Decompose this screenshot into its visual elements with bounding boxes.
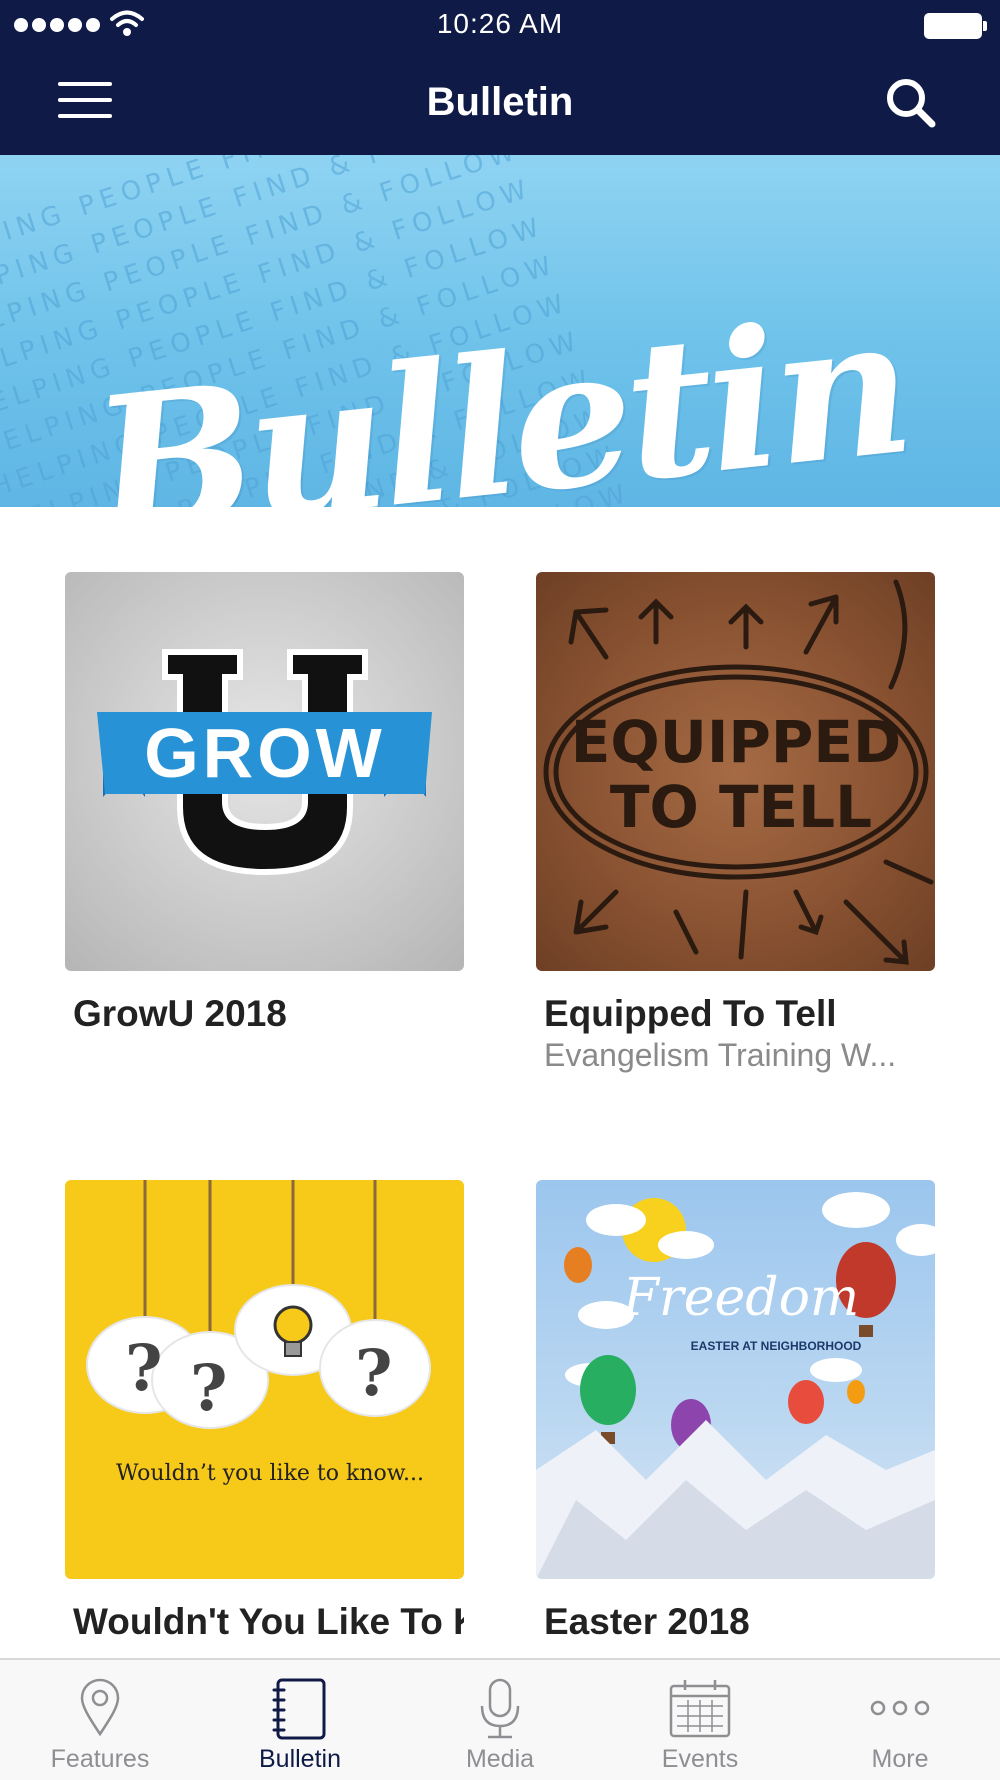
card-title: GrowU 2018 [73, 993, 287, 1034]
card-image: Freedom EASTER AT NEIGHBORHOOD [536, 1180, 935, 1579]
svg-text:Freedom: Freedom [622, 1268, 859, 1328]
tab-features[interactable]: Features [0, 1660, 200, 1780]
bulletin-card-equipped-to-tell[interactable]: EQUIPPED TO TELL Equipped To Tell Evange… [536, 572, 935, 1074]
svg-text:?: ? [355, 1336, 393, 1411]
svg-text:EASTER AT NEIGHBORHOOD: EASTER AT NEIGHBORHOOD [691, 1339, 862, 1353]
tab-label: Events [661, 1745, 739, 1773]
tab-media[interactable]: Media [400, 1660, 600, 1780]
card-image: GROW [65, 572, 464, 971]
freedom-balloons-artwork: Freedom EASTER AT NEIGHBORHOOD [536, 1192, 935, 1579]
bulletin-card-easter-2018[interactable]: Freedom EASTER AT NEIGHBORHOOD Easter 20… [536, 1180, 935, 1643]
card-image: EQUIPPED TO TELL [536, 572, 935, 971]
more-dots-icon [870, 1700, 930, 1716]
microphone-icon [480, 1678, 520, 1739]
question-bubbles-artwork: ? ? ? Wouldn’t you like to know... [86, 1180, 431, 1486]
bulletin-card-growu[interactable]: GROW GrowU 2018 [65, 572, 464, 1035]
battery-icon [924, 13, 987, 39]
tab-label: Bulletin [259, 1745, 341, 1773]
search-icon[interactable] [884, 76, 938, 130]
growu-logo-icon: GROW [97, 649, 432, 876]
tab-more[interactable]: More [800, 1660, 1000, 1780]
notebook-icon [272, 1678, 326, 1740]
svg-text:TO TELL: TO TELL [610, 773, 872, 841]
svg-text:?: ? [190, 1351, 228, 1426]
svg-text:EQUIPPED: EQUIPPED [571, 708, 901, 776]
tab-bulletin[interactable]: Bulletin [200, 1660, 400, 1780]
tab-label: More [871, 1745, 929, 1773]
map-pin-icon [80, 1678, 120, 1737]
bulletin-banner: GOD HELPING PEOPLE FIND & FOLLOW GOD HEL… [0, 155, 1000, 507]
tab-events[interactable]: Events [600, 1660, 800, 1780]
bulletin-card-wouldnt-you-like-to-know[interactable]: ? ? ? Wouldn’t you like to know... Would… [65, 1180, 464, 1643]
tab-label: Media [465, 1745, 535, 1773]
status-time: 10:26 AM [436, 8, 564, 39]
top-bar: 10:26 AM Bulletin [0, 0, 1000, 155]
svg-text:Wouldn’t you like to know...: Wouldn’t you like to know... [116, 1461, 424, 1486]
tab-bar: Features Bulletin Media Events More [0, 1658, 1000, 1780]
svg-text:GROW: GROW [144, 714, 386, 792]
page-title: Bulletin [426, 80, 574, 124]
tab-label: Features [50, 1745, 150, 1773]
card-title: Wouldn't You Like To K... [73, 1601, 464, 1642]
card-subtitle: Evangelism Training W... [544, 1037, 897, 1073]
equipped-to-tell-artwork: EQUIPPED TO TELL [543, 579, 934, 965]
card-title: Easter 2018 [544, 1601, 750, 1642]
calendar-icon [669, 1680, 731, 1738]
card-title: Equipped To Tell [544, 993, 837, 1034]
card-image: ? ? ? Wouldn’t you like to know... [65, 1180, 464, 1579]
status-bar: 10:26 AM [0, 0, 1000, 50]
svg-text:?: ? [125, 1331, 163, 1406]
